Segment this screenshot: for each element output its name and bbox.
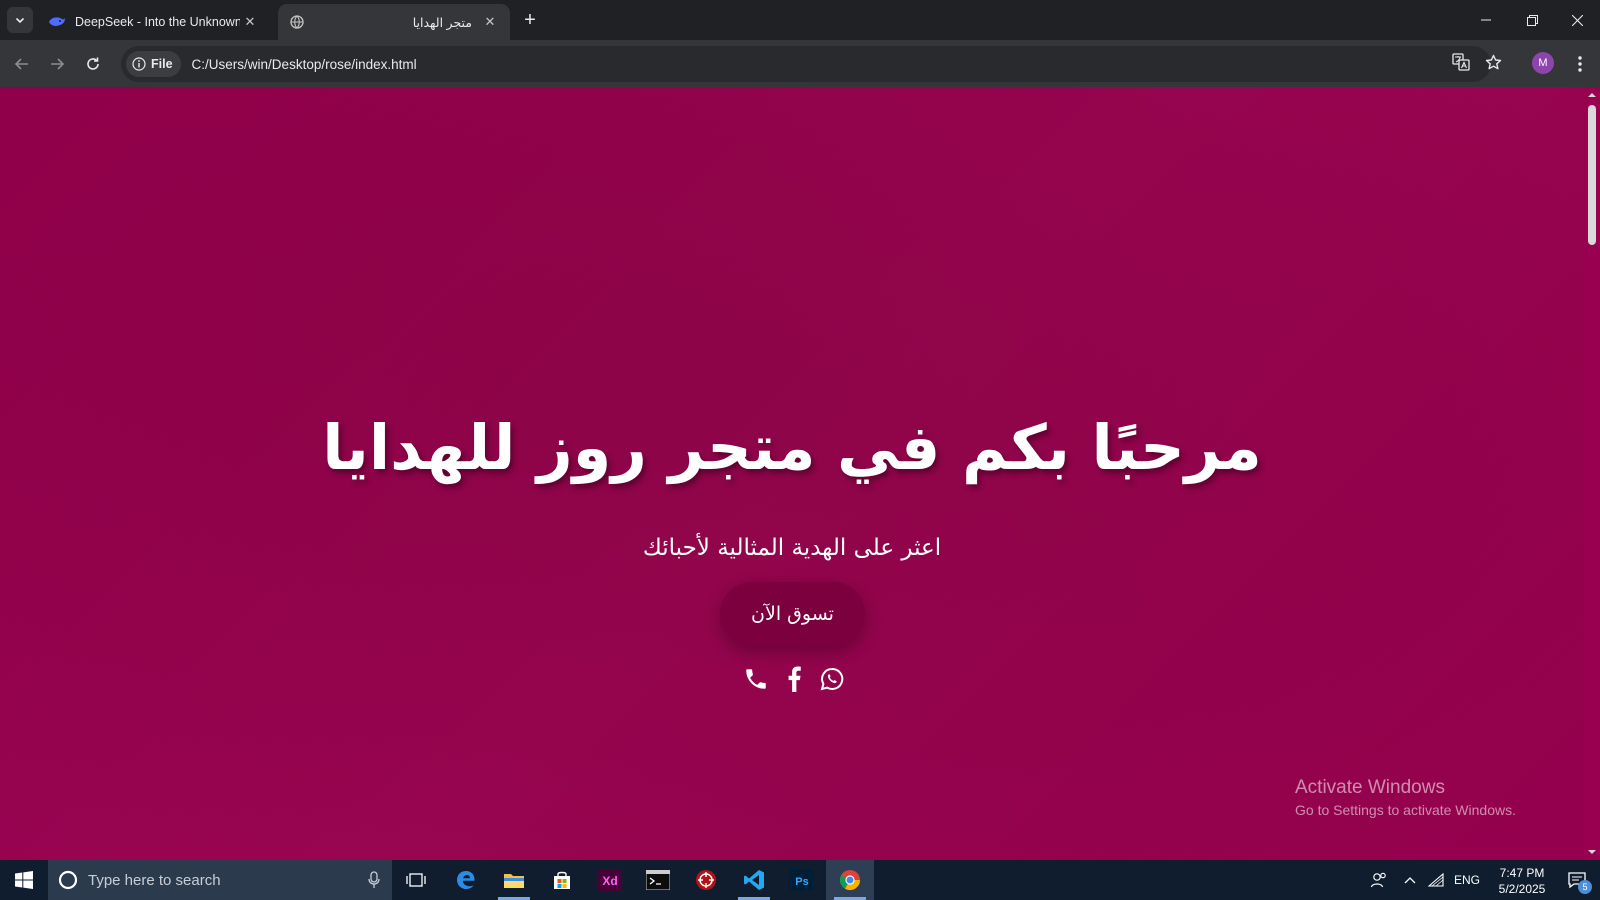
photoshop-icon[interactable]: Ps [778,860,826,900]
microphone-icon[interactable] [368,871,380,889]
reload-button[interactable] [79,50,107,78]
windows-logo-icon [15,871,33,889]
shop-now-button[interactable]: تسوق الآن [720,582,865,646]
notification-center-button[interactable]: 5 [1554,860,1600,900]
translate-icon [1452,53,1470,71]
profile-avatar[interactable]: M [1532,52,1554,74]
site-info-chip[interactable]: File [126,51,181,77]
deepseek-whale-icon [48,13,66,31]
tab-gift-store[interactable]: متجر الهدايا ✕ [278,4,510,40]
scroll-up-arrow-icon[interactable] [1588,91,1596,99]
minimize-icon [1481,19,1491,21]
page-viewport: مرحبًا بكم في متجر روز للهدايا اعثر على … [0,87,1584,860]
watermark-subtitle: Go to Settings to activate Windows. [1295,802,1516,818]
search-placeholder: Type here to search [88,871,221,889]
tab-title: متجر الهدايا [412,15,472,30]
info-icon [132,57,146,71]
hero-section: مرحبًا بكم في متجر روز للهدايا اعثر على … [0,87,1584,860]
security-app-icon[interactable] [682,860,730,900]
browser-titlebar: DeepSeek - Into the Unknown ✕ متجر الهدا… [0,0,1600,40]
activate-windows-watermark: Activate Windows Go to Settings to activ… [1295,777,1516,818]
chevron-up-icon[interactable] [1398,860,1422,900]
chevron-down-icon [15,17,25,24]
globe-icon [288,13,306,31]
vscode-icon[interactable] [730,860,778,900]
file-explorer-icon[interactable] [490,860,538,900]
terminal-icon[interactable] [634,860,682,900]
facebook-icon[interactable] [779,664,809,694]
reload-icon [87,57,99,70]
hero-subtitle: اعثر على الهدية المثالية لأحبائك [642,535,942,561]
scroll-thumb[interactable] [1588,105,1596,245]
store-icon[interactable] [538,860,586,900]
close-window-button[interactable] [1554,0,1600,40]
translate-button[interactable] [1447,48,1475,76]
minimize-button[interactable] [1463,0,1509,40]
url-text[interactable]: C:/Users/win/Desktop/rose/index.html [192,57,417,72]
hero-title: مرحبًا بكم في متجر روز للهدايا [322,411,1262,484]
chrome-icon[interactable] [826,860,874,900]
adobe-xd-icon[interactable]: Xd [586,860,634,900]
notification-badge: 5 [1578,880,1592,894]
bookmark-button[interactable] [1479,48,1507,76]
arrow-right-icon [51,58,65,70]
whatsapp-icon[interactable] [817,664,847,694]
task-view-icon[interactable] [392,860,440,900]
clock-time: 7:47 PM [1499,866,1545,880]
back-button[interactable] [8,50,36,78]
page-scrollbar[interactable] [1584,87,1600,860]
cortana-icon [58,870,78,890]
star-icon [1485,54,1501,69]
new-tab-button[interactable]: + [518,8,542,32]
more-vertical-icon [1578,56,1582,72]
wifi-icon[interactable] [1424,860,1448,900]
restore-button[interactable] [1509,0,1555,40]
browser-menu-button[interactable] [1568,50,1592,78]
forward-button[interactable] [43,50,71,78]
windows-taskbar: Type here to search Xd Ps ENG 7:47 PM 5/… [0,860,1600,900]
clock-date: 5/2/2025 [1498,882,1546,896]
svg-text:Xd: Xd [602,874,617,888]
tab-title: DeepSeek - Into the Unknown [75,15,240,29]
close-icon[interactable]: ✕ [480,12,500,32]
svg-text:Ps: Ps [795,876,808,888]
close-icon[interactable]: ✕ [240,12,260,32]
watermark-title: Activate Windows [1295,777,1445,798]
language-indicator[interactable]: ENG [1450,860,1484,900]
scroll-down-arrow-icon[interactable] [1588,848,1596,856]
tab-deepseek[interactable]: DeepSeek - Into the Unknown ✕ [38,4,270,40]
people-icon[interactable] [1365,860,1393,900]
browser-toolbar: File C:/Users/win/Desktop/rose/index.htm… [0,40,1600,87]
taskbar-search[interactable]: Type here to search [48,860,392,900]
taskbar-clock[interactable]: 7:47 PM 5/2/2025 [1488,865,1556,897]
start-button[interactable] [0,860,48,900]
restore-icon [1526,14,1538,26]
close-icon [1571,14,1583,26]
edge-icon[interactable] [442,860,490,900]
tab-search-button[interactable] [7,7,33,33]
arrow-left-icon [14,58,28,70]
address-bar[interactable]: File C:/Users/win/Desktop/rose/index.htm… [121,46,1491,82]
phone-icon[interactable] [741,664,771,694]
chip-label: File [151,57,173,71]
